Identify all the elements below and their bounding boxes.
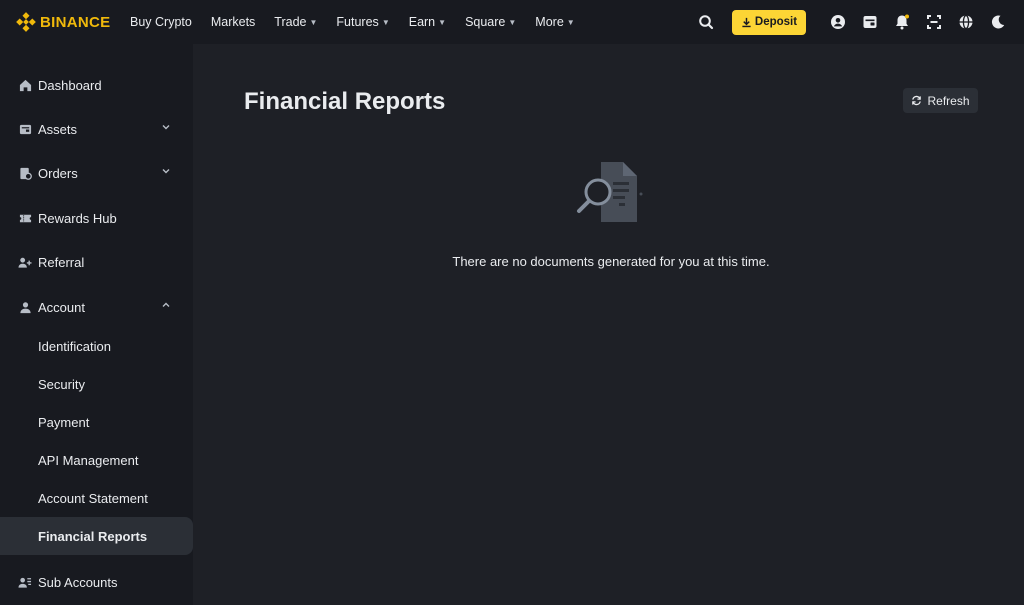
nav-trade[interactable]: Trade ▼ [274,15,317,29]
nav-label: Square [465,15,506,29]
sidebar: Dashboard Assets Orders Rewards Hub Refe… [0,44,193,605]
sidebar-subitem-financial-reports[interactable]: Financial Reports [0,517,193,555]
sidebar-item-label: Orders [38,165,78,181]
deposit-label: Deposit [754,16,798,28]
nav-more[interactable]: More ▼ [535,15,574,29]
download-icon [742,17,751,27]
sidebar-item-sub-accounts[interactable]: Sub Accounts [0,563,193,601]
chevron-down-icon [162,169,170,174]
no-documents-icon [577,162,643,222]
sidebar-item-label: Referral [38,254,85,270]
chevron-down-icon: ▼ [438,17,447,27]
sidebar-item-account[interactable]: Account [0,288,193,326]
user-icon[interactable] [822,6,854,38]
sidebar-item-orders[interactable]: Orders [0,154,193,192]
sidebar-subitem-payment[interactable]: Payment [0,403,193,441]
sidebar-item-label: Rewards Hub [38,210,117,226]
nav-markets[interactable]: Markets [211,15,255,29]
moon-icon[interactable] [982,6,1014,38]
header-actions: Deposit [690,0,1024,44]
orders-icon [17,165,33,181]
sidebar-item-dashboard[interactable]: Dashboard [0,66,193,104]
chevron-down-icon: ▼ [381,17,390,27]
scan-icon[interactable] [918,6,950,38]
sidebar-item-referral[interactable]: Referral [0,243,193,281]
nav-futures[interactable]: Futures ▼ [336,15,389,29]
nav-buy-crypto[interactable]: Buy Crypto [130,15,192,29]
refresh-button[interactable]: Refresh [903,88,978,113]
ticket-icon [17,210,33,226]
globe-icon[interactable] [950,6,982,38]
main-content: Financial Reports Refresh There are no d… [193,44,1024,605]
sidebar-subitem-label: Security [38,376,85,392]
chevron-down-icon: ▼ [508,17,517,27]
nav-label: Earn [408,15,436,29]
home-icon [17,77,33,93]
top-navigation-bar: BINANCE Buy Crypto Markets Trade ▼ Futur… [0,0,1024,44]
refresh-label: Refresh [927,93,970,108]
sidebar-subitem-label: Payment [38,414,90,430]
nav-label: Trade [274,15,307,29]
binance-logo[interactable]: BINANCE [16,12,126,32]
sidebar-item-label: Sub Accounts [38,574,118,590]
nav-label: Markets [210,15,256,29]
sidebar-subitem-label: Financial Reports [38,528,148,544]
chevron-down-icon: ▼ [309,17,318,27]
empty-state-message: There are no documents generated for you… [452,254,770,269]
sidebar-subitem-identification[interactable]: Identification [0,327,193,365]
person-icon [17,299,33,315]
refresh-icon [912,95,922,106]
nav-label: More [535,15,564,29]
main-nav: Buy Crypto Markets Trade ▼ Futures ▼ Ear… [130,15,594,29]
sidebar-item-label: Dashboard [38,77,102,93]
nav-label: Futures [336,15,379,29]
sidebar-item-rewards-hub[interactable]: Rewards Hub [0,199,193,237]
brand-name: BINANCE [40,13,111,31]
nav-earn[interactable]: Earn ▼ [409,15,446,29]
sidebar-item-label: Account [38,299,85,315]
sidebar-subitem-account-statement[interactable]: Account Statement [0,479,193,517]
nav-square[interactable]: Square ▼ [465,15,516,29]
chevron-down-icon: ▼ [566,17,575,27]
nav-label: Buy Crypto [130,15,192,29]
bell-icon[interactable] [886,6,918,38]
binance-logo-icon [16,12,36,32]
chevron-down-icon [162,125,170,130]
deposit-button[interactable]: Deposit [732,9,806,35]
sidebar-subitem-security[interactable]: Security [0,365,193,403]
sidebar-subitem-label: Account Statement [38,490,148,506]
search-icon[interactable] [690,6,722,38]
users-icon [17,574,33,590]
user-plus-icon [17,254,33,270]
sidebar-subitem-api-management[interactable]: API Management [0,441,193,479]
sidebar-subitem-label: API Management [38,452,139,468]
page-title: Financial Reports [244,88,446,115]
sidebar-item-assets[interactable]: Assets [0,110,193,148]
sidebar-item-label: Assets [38,121,78,137]
chevron-up-icon [162,302,170,307]
wallet-icon[interactable] [854,6,886,38]
wallet-icon [17,121,33,137]
sidebar-subitem-label: Identification [38,338,111,354]
